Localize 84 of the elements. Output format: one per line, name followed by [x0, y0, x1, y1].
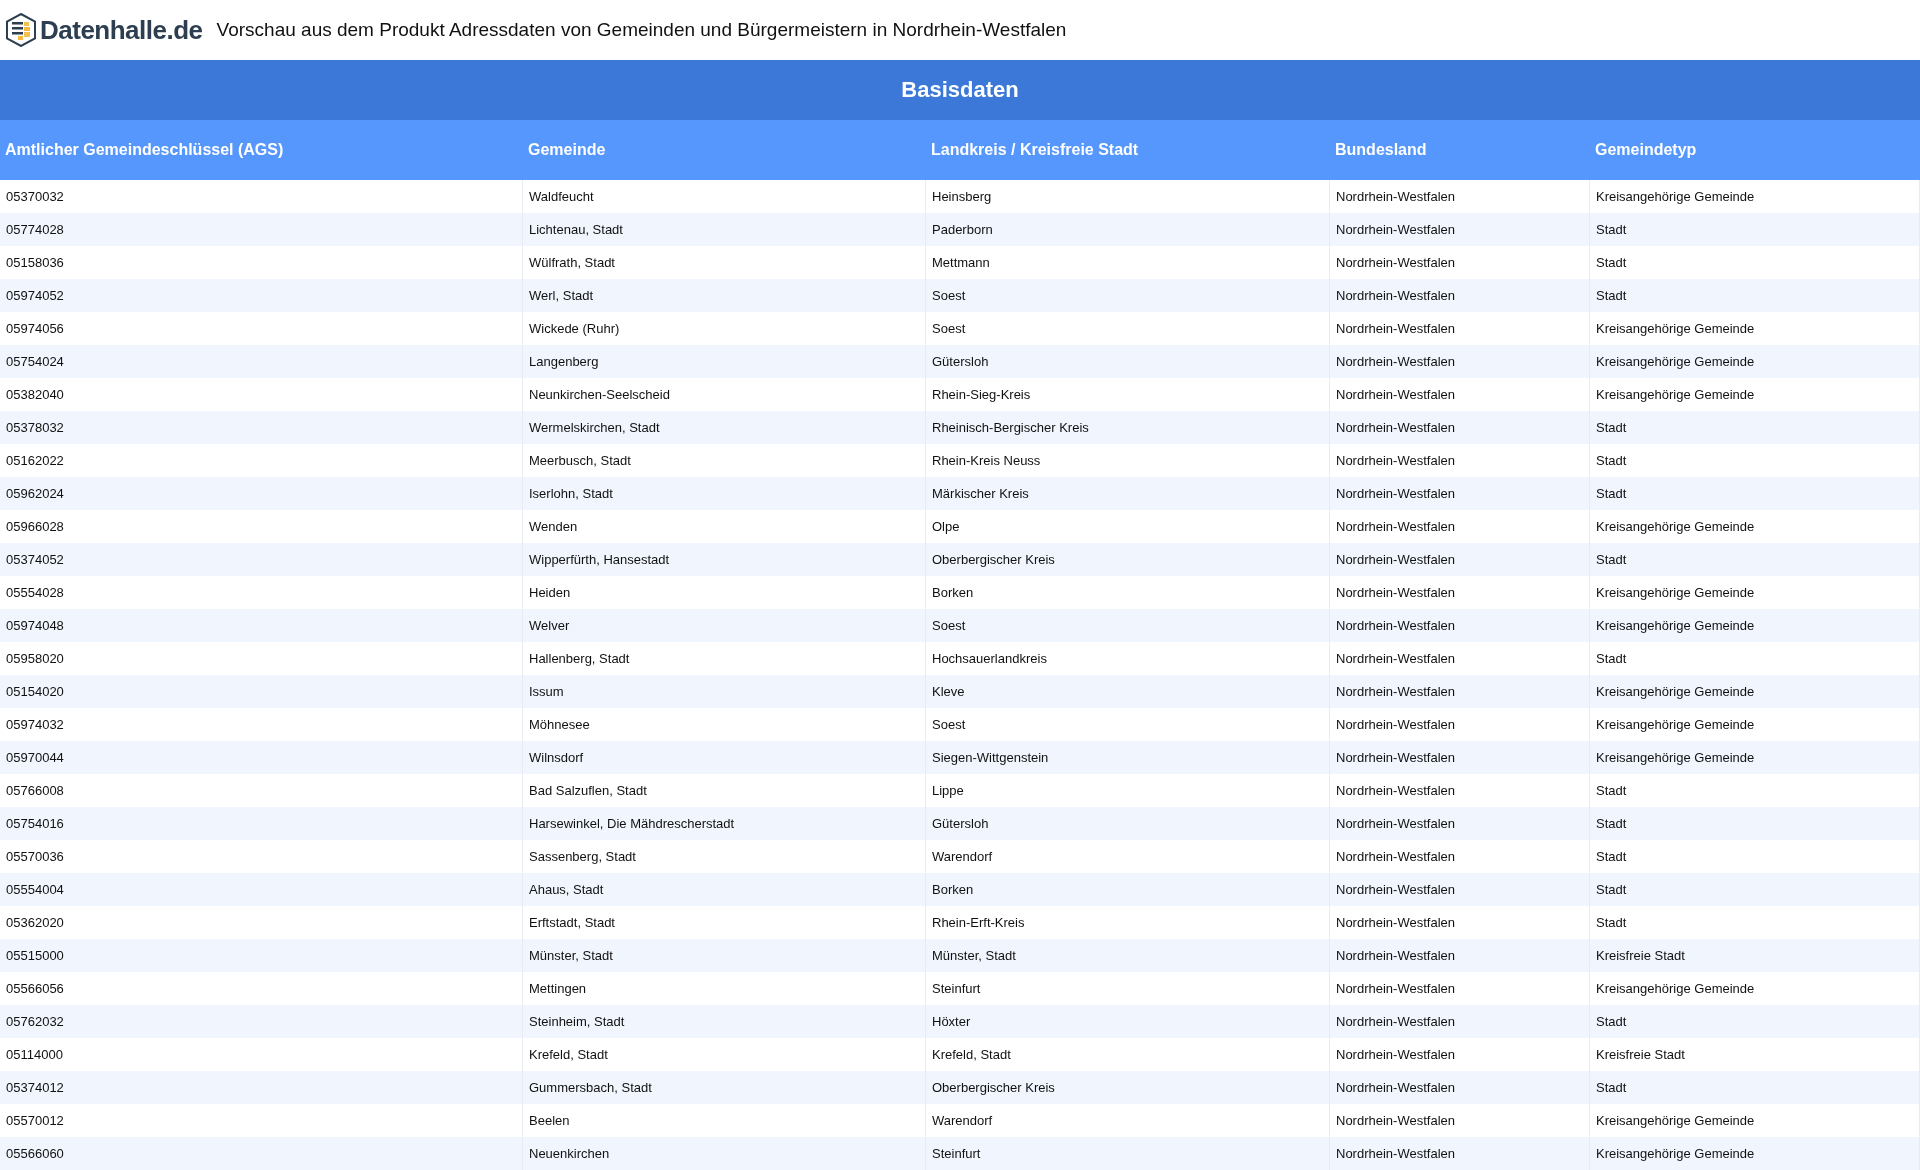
table-cell: 05154020 — [0, 675, 523, 708]
table-cell: Stadt — [1590, 411, 1920, 444]
table-cell: Gütersloh — [926, 345, 1330, 378]
table-cell: Neuenkirchen — [523, 1137, 926, 1170]
table-cell: Rheinisch-Bergischer Kreis — [926, 411, 1330, 444]
table-cell: Welver — [523, 609, 926, 642]
table-cell: Kreisangehörige Gemeinde — [1590, 675, 1920, 708]
column-header: Gemeindetyp — [1590, 120, 1920, 180]
table-cell: Nordrhein-Westfalen — [1330, 939, 1590, 972]
table-cell: Oberbergischer Kreis — [926, 543, 1330, 576]
table-cell: Borken — [926, 873, 1330, 906]
table-cell: Soest — [926, 279, 1330, 312]
table-cell: Kreisangehörige Gemeinde — [1590, 741, 1920, 774]
table-cell: Gummersbach, Stadt — [523, 1071, 926, 1104]
table-cell: Harsewinkel, Die Mähdrescherstadt — [523, 807, 926, 840]
table-cell: Wilnsdorf — [523, 741, 926, 774]
table-cell: Stadt — [1590, 1005, 1920, 1038]
table-cell: 05754024 — [0, 345, 523, 378]
table-cell: Steinfurt — [926, 1137, 1330, 1170]
table-cell: 05515000 — [0, 939, 523, 972]
column-header: Amtlicher Gemeindeschlüssel (AGS) — [0, 120, 523, 180]
table-cell: 05566060 — [0, 1137, 523, 1170]
table-cell: Lichtenau, Stadt — [523, 213, 926, 246]
table-cell: Kreisangehörige Gemeinde — [1590, 1137, 1920, 1170]
table-cell: 05374052 — [0, 543, 523, 576]
logo-icon — [5, 13, 37, 47]
table-cell: Nordrhein-Westfalen — [1330, 411, 1590, 444]
table-cell: Nordrhein-Westfalen — [1330, 213, 1590, 246]
table-cell: Nordrhein-Westfalen — [1330, 1071, 1590, 1104]
table-cell: Paderborn — [926, 213, 1330, 246]
table-cell: Iserlohn, Stadt — [523, 477, 926, 510]
table-cell: 05378032 — [0, 411, 523, 444]
column-header: Gemeinde — [523, 120, 926, 180]
table-cell: Langenberg — [523, 345, 926, 378]
table-cell: Kreisfreie Stadt — [1590, 939, 1920, 972]
table-cell: Kleve — [926, 675, 1330, 708]
table-cell: 05554004 — [0, 873, 523, 906]
table-cell: Stadt — [1590, 477, 1920, 510]
table-cell: 05974052 — [0, 279, 523, 312]
table-cell: Soest — [926, 609, 1330, 642]
table-cell: 05974048 — [0, 609, 523, 642]
table-cell: Oberbergischer Kreis — [926, 1071, 1330, 1104]
table-cell: Steinheim, Stadt — [523, 1005, 926, 1038]
table-cell: 05754016 — [0, 807, 523, 840]
table-cell: Stadt — [1590, 543, 1920, 576]
table-cell: Nordrhein-Westfalen — [1330, 609, 1590, 642]
section-title: Basisdaten — [0, 60, 1920, 120]
table-cell: Nordrhein-Westfalen — [1330, 741, 1590, 774]
table-cell: Stadt — [1590, 279, 1920, 312]
table-cell: Münster, Stadt — [926, 939, 1330, 972]
table-cell: Nordrhein-Westfalen — [1330, 1005, 1590, 1038]
table-cell: 05962024 — [0, 477, 523, 510]
table-cell: Stadt — [1590, 873, 1920, 906]
table-cell: Wermelskirchen, Stadt — [523, 411, 926, 444]
table-cell: Nordrhein-Westfalen — [1330, 807, 1590, 840]
table-cell: Kreisangehörige Gemeinde — [1590, 609, 1920, 642]
table-cell: Werl, Stadt — [523, 279, 926, 312]
table-cell: Wipperfürth, Hansestadt — [523, 543, 926, 576]
table-cell: Nordrhein-Westfalen — [1330, 543, 1590, 576]
table-cell: Nordrhein-Westfalen — [1330, 477, 1590, 510]
table-cell: Gütersloh — [926, 807, 1330, 840]
table-cell: Nordrhein-Westfalen — [1330, 675, 1590, 708]
table-cell: Märkischer Kreis — [926, 477, 1330, 510]
table-cell: 05374012 — [0, 1071, 523, 1104]
page-title: Vorschau aus dem Produkt Adressdaten von Gemeinden und Bürgermeistern in Nordrhein-Westfalen — [216, 19, 1067, 41]
table-cell: 05970044 — [0, 741, 523, 774]
column-header: Landkreis / Kreisfreie Stadt — [926, 120, 1330, 180]
table-cell: Nordrhein-Westfalen — [1330, 873, 1590, 906]
table-cell: Stadt — [1590, 807, 1920, 840]
table-cell: Stadt — [1590, 1071, 1920, 1104]
table-cell: Stadt — [1590, 213, 1920, 246]
table-cell: Nordrhein-Westfalen — [1330, 345, 1590, 378]
table-cell: Issum — [523, 675, 926, 708]
table-cell: 05762032 — [0, 1005, 523, 1038]
table-cell: 05774028 — [0, 213, 523, 246]
column-header: Bundesland — [1330, 120, 1590, 180]
table-cell: Ahaus, Stadt — [523, 873, 926, 906]
table-cell: Kreisangehörige Gemeinde — [1590, 345, 1920, 378]
table-cell: Münster, Stadt — [523, 939, 926, 972]
logo-text[interactable]: Datenhalle.de — [40, 14, 203, 46]
table-cell: Siegen-Wittgenstein — [926, 741, 1330, 774]
table-cell: Nordrhein-Westfalen — [1330, 1137, 1590, 1170]
table-cell: Nordrhein-Westfalen — [1330, 279, 1590, 312]
table-cell: Höxter — [926, 1005, 1330, 1038]
